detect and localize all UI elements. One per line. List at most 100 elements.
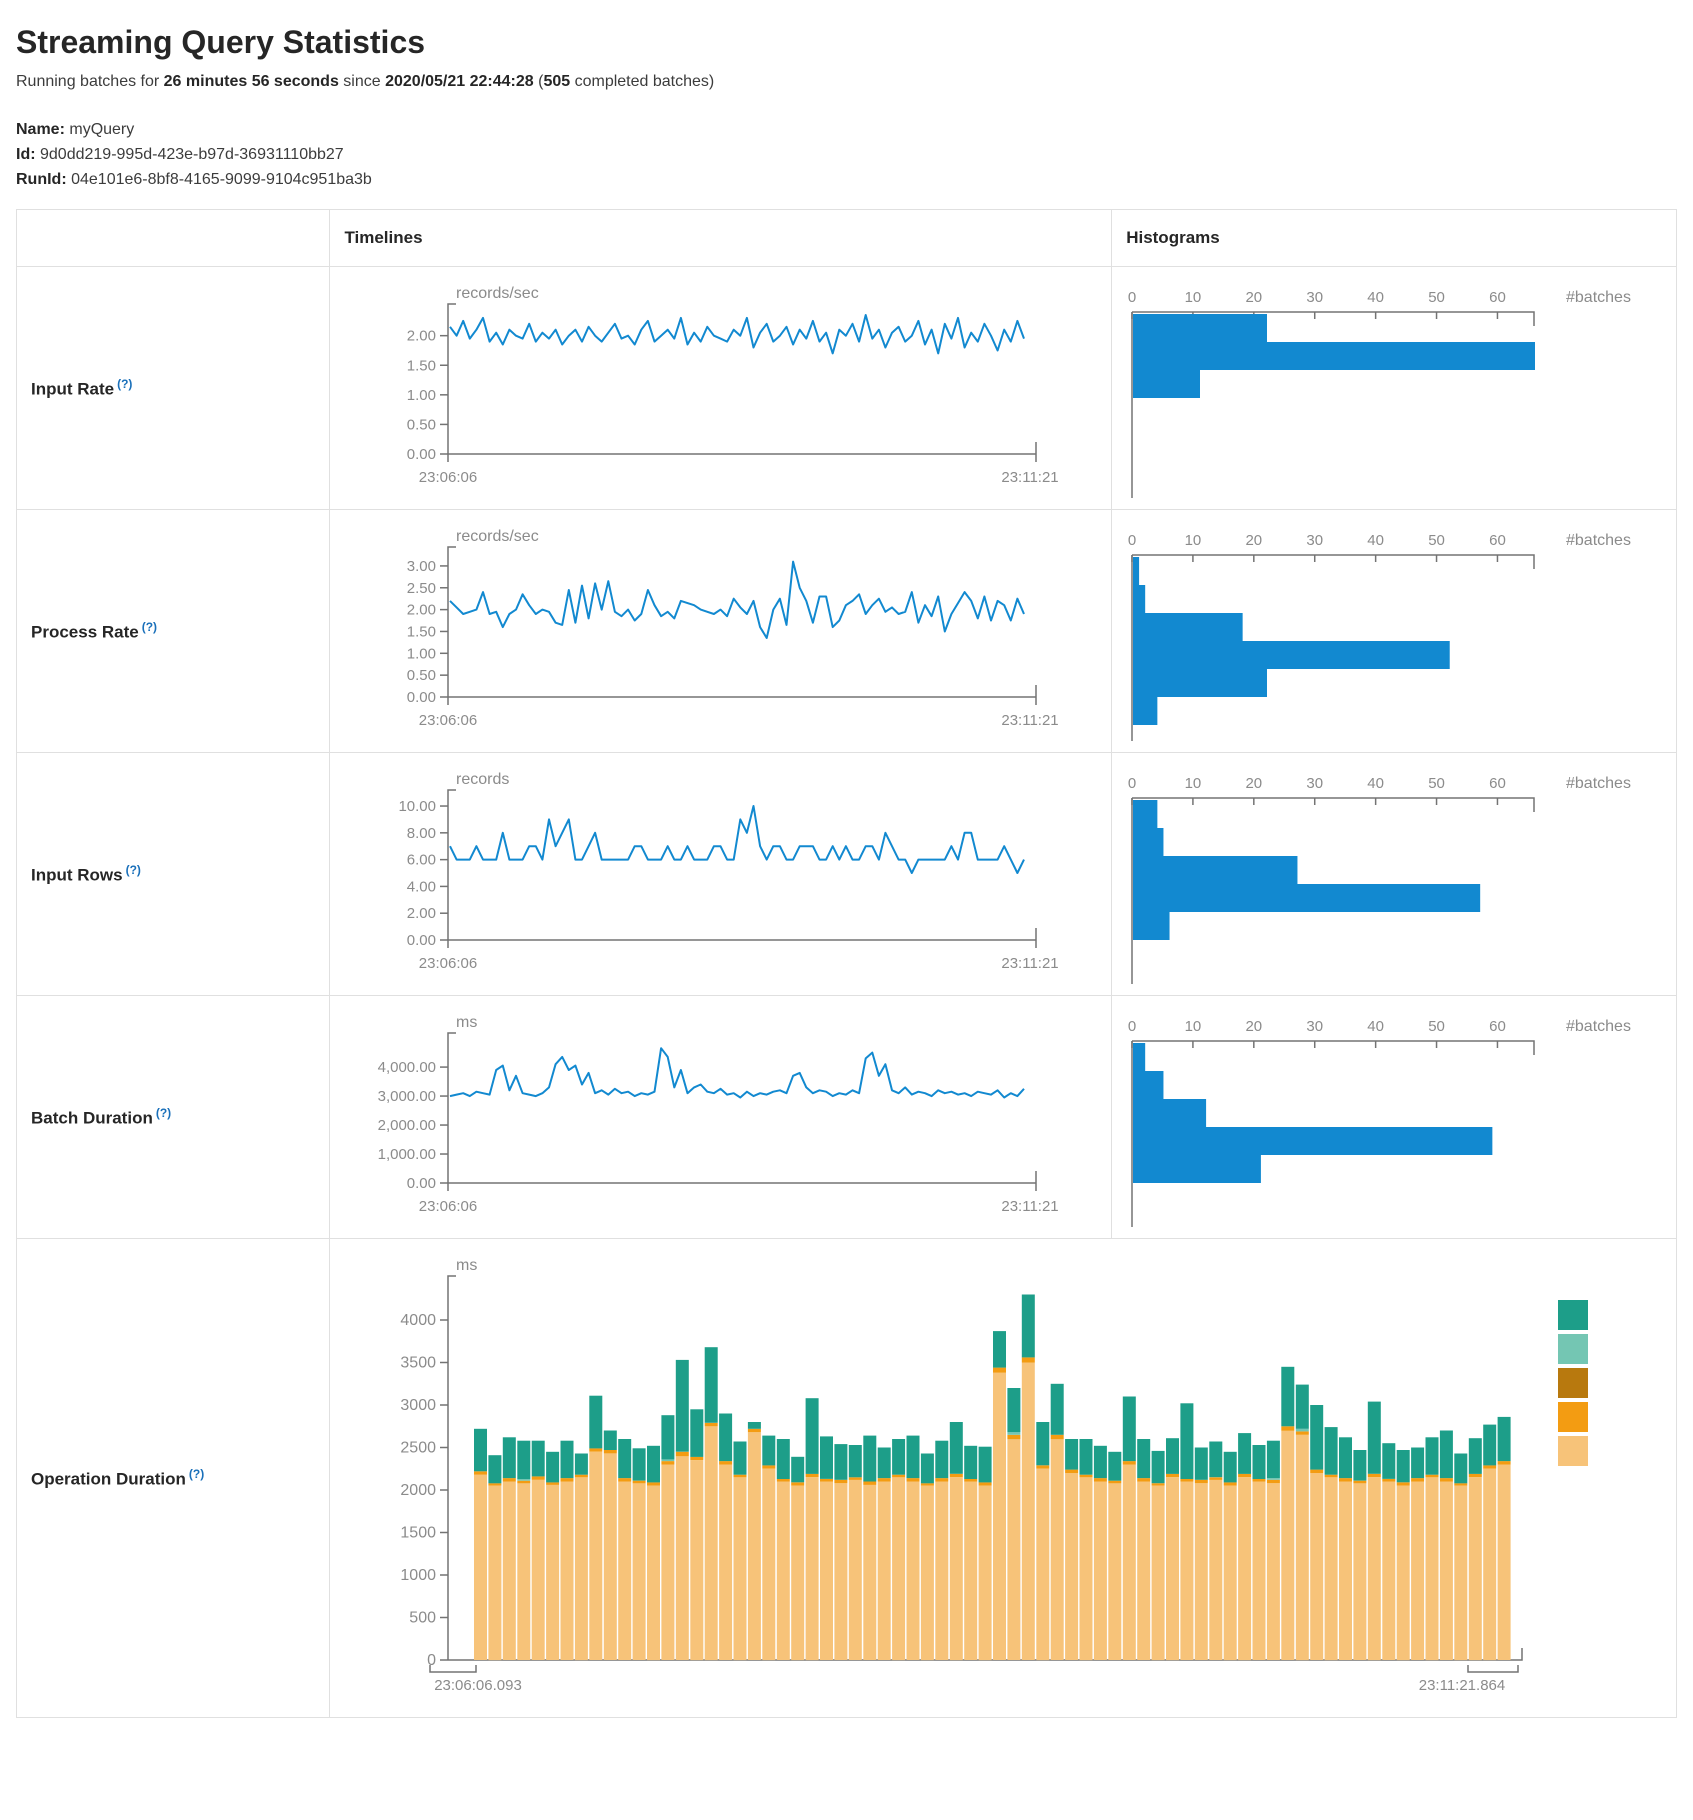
histograms-header: Histograms [1112,210,1677,267]
svg-text:8.00: 8.00 [407,825,436,842]
batch-duration-timeline-chart: ms0.001,000.002,000.003,000.004,000.0023… [330,1001,1111,1235]
help-icon[interactable]: (?) [142,620,157,634]
query-id-line: Id: 9d0dd219-995d-423e-b97d-36931110bb27 [16,146,1677,164]
svg-text:3.00: 3.00 [407,558,436,575]
svg-text:40: 40 [1367,289,1384,306]
timeline-cell: ms0.001,000.002,000.003,000.004,000.0023… [330,996,1112,1239]
svg-text:0.00: 0.00 [407,689,436,706]
svg-text:0: 0 [1128,289,1136,306]
help-icon[interactable]: (?) [126,863,141,877]
help-icon[interactable]: (?) [117,377,132,391]
svg-text:23:11:21: 23:11:21 [1002,955,1059,972]
row-label-cell: Input Rate(?) [17,267,330,510]
svg-text:23:11:21: 23:11:21 [1002,1198,1059,1215]
table-row-batch-duration: Batch Duration(?) ms0.001,000.002,000.00… [17,996,1677,1239]
svg-text:0: 0 [1128,775,1136,792]
operation-duration-stacked-chart: ms0500100015002000250030003500400023:06:… [330,1244,1676,1714]
name-label: Name: [16,121,65,138]
stats-table: Timelines Histograms Input Rate(?) recor… [16,209,1677,1718]
page: Streaming Query Statistics Running batch… [0,0,1693,1738]
svg-text:4.00: 4.00 [407,878,436,895]
process-rate-histogram-chart: 0102030405060#batches [1112,515,1676,749]
timeline-cell: records/sec0.000.501.001.502.002.503.002… [330,510,1112,753]
id-label: Id: [16,146,36,163]
input-rate-timeline-chart: records/sec0.000.501.001.502.0023:06:062… [330,272,1111,506]
svg-text:ms: ms [456,1014,477,1031]
batch-duration-histogram-chart: 0102030405060#batches [1112,1001,1676,1235]
runid-value: 04e101e6-8bf8-4165-9099-9104c951ba3b [71,171,372,188]
svg-text:23:06:06: 23:06:06 [419,955,477,972]
svg-text:0.00: 0.00 [407,446,436,463]
start-time: 2020/05/21 22:44:28 [385,73,534,90]
svg-text:0: 0 [428,1652,437,1669]
timeline-cell: records0.002.004.006.008.0010.0023:06:06… [330,753,1112,996]
input-rows-histogram-chart: 0102030405060#batches [1112,758,1676,992]
histogram-cell: 0102030405060#batches [1112,996,1677,1239]
row-label-cell: Input Rows(?) [17,753,330,996]
help-icon[interactable]: (?) [156,1106,171,1120]
svg-text:1000: 1000 [401,1567,437,1584]
svg-text:#batches: #batches [1566,532,1631,549]
svg-text:2.00: 2.00 [407,602,436,619]
svg-text:3,000.00: 3,000.00 [378,1088,436,1105]
table-row-process-rate: Process Rate(?) records/sec0.000.501.001… [17,510,1677,753]
svg-text:3000: 3000 [401,1397,437,1414]
corner-cell [17,210,330,267]
row-label: Operation Duration [31,1469,186,1488]
svg-text:40: 40 [1367,532,1384,549]
svg-text:10: 10 [1185,1018,1202,1035]
svg-text:50: 50 [1428,1018,1445,1035]
id-value: 9d0dd219-995d-423e-b97d-36931110bb27 [40,146,344,163]
svg-text:23:06:06: 23:06:06 [419,712,477,729]
row-label: Process Rate [31,622,139,641]
timelines-header: Timelines [330,210,1112,267]
running-prefix: Running batches for [16,73,164,90]
svg-text:0: 0 [1128,532,1136,549]
svg-text:0.00: 0.00 [407,932,436,949]
svg-text:4,000.00: 4,000.00 [378,1059,436,1076]
since-text: since [339,73,385,90]
paren-open: ( [534,73,544,90]
row-label: Input Rows [31,865,123,884]
completed-batches-count: 505 [543,73,570,90]
histogram-cell: 0102030405060#batches [1112,267,1677,510]
svg-text:10: 10 [1185,532,1202,549]
histogram-cell: 0102030405060#batches [1112,753,1677,996]
histogram-cell: 0102030405060#batches [1112,510,1677,753]
svg-text:10: 10 [1185,775,1202,792]
header-row: Timelines Histograms [17,210,1677,267]
name-value: myQuery [69,121,134,138]
process-rate-timeline-chart: records/sec0.000.501.001.502.002.503.002… [330,515,1111,749]
svg-text:2,000.00: 2,000.00 [378,1117,436,1134]
svg-text:10.00: 10.00 [399,798,437,815]
svg-text:40: 40 [1367,775,1384,792]
running-summary: Running batches for 26 minutes 56 second… [16,73,1677,91]
svg-text:1.00: 1.00 [407,387,436,404]
svg-text:1.50: 1.50 [407,357,436,374]
svg-text:30: 30 [1307,775,1324,792]
table-row-operation-duration: Operation Duration(?) ms0500100015002000… [17,1239,1677,1718]
svg-text:40: 40 [1367,1018,1384,1035]
input-rate-histogram-chart: 0102030405060#batches [1112,272,1676,506]
svg-text:20: 20 [1246,775,1263,792]
svg-text:20: 20 [1246,532,1263,549]
svg-text:23:06:06: 23:06:06 [419,469,477,486]
row-label-cell: Batch Duration(?) [17,996,330,1239]
help-icon[interactable]: (?) [189,1467,204,1481]
svg-text:23:11:21: 23:11:21 [1002,712,1059,729]
runid-label: RunId: [16,171,67,188]
svg-text:20: 20 [1246,289,1263,306]
svg-text:60: 60 [1489,1018,1506,1035]
svg-text:1,000.00: 1,000.00 [378,1146,436,1163]
svg-text:1.00: 1.00 [407,645,436,662]
query-runid-line: RunId: 04e101e6-8bf8-4165-9099-9104c951b… [16,171,1677,189]
svg-text:#batches: #batches [1566,775,1631,792]
row-label-cell: Operation Duration(?) [17,1239,330,1718]
svg-text:60: 60 [1489,289,1506,306]
batches-suffix: completed batches) [570,73,714,90]
svg-text:23:11:21.864: 23:11:21.864 [1419,1677,1505,1694]
svg-text:10: 10 [1185,289,1202,306]
svg-text:23:11:21: 23:11:21 [1002,469,1059,486]
svg-text:23:06:06: 23:06:06 [419,1198,477,1215]
timeline-cell: records/sec0.000.501.001.502.0023:06:062… [330,267,1112,510]
